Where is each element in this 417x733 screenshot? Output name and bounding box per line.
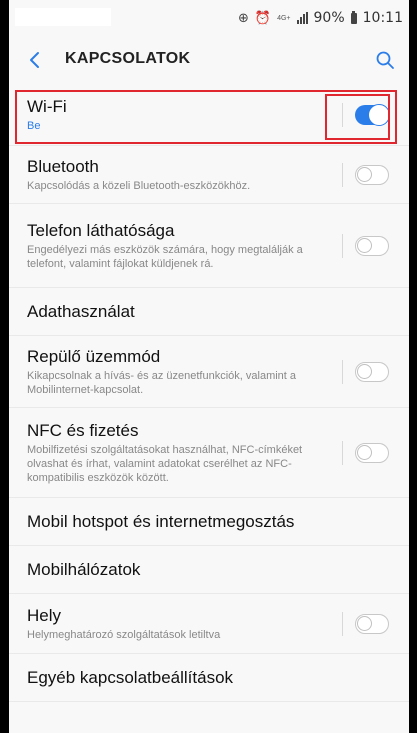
toggle-knob <box>357 363 372 379</box>
signal-icon <box>296 12 308 24</box>
network-type-label: 4G+ <box>277 14 291 22</box>
toggle-knob <box>357 444 372 460</box>
setting-row-data-usage[interactable]: Adathasználat <box>9 288 409 336</box>
toggle-knob <box>357 166 372 182</box>
battery-percent: 90% <box>313 10 345 26</box>
divider <box>342 233 343 258</box>
setting-title: Mobilhálózatok <box>27 559 141 579</box>
redacted-status-area <box>15 8 111 26</box>
bluetooth-toggle[interactable] <box>355 164 389 185</box>
back-button[interactable] <box>21 46 49 74</box>
divider <box>342 102 343 127</box>
visibility-toggle[interactable] <box>355 235 389 256</box>
battery-icon <box>350 10 357 24</box>
setting-title: Bluetooth <box>27 156 99 176</box>
setting-status: Be <box>27 119 41 132</box>
setting-row-airplane-mode[interactable]: Repülő üzemmód Kikapcsolnak a hívás- és … <box>9 336 409 408</box>
setting-row-hotspot[interactable]: Mobil hotspot és internetmegosztás <box>9 498 409 546</box>
wifi-toggle[interactable] <box>355 103 390 126</box>
setting-title: Mobil hotspot és internetmegosztás <box>27 511 295 531</box>
setting-row-other-connections[interactable]: Egyéb kapcsolatbeállítások <box>9 654 409 702</box>
clock: 10:11 <box>362 10 403 26</box>
nfc-toggle[interactable] <box>355 442 389 463</box>
setting-description: Mobilfizetési szolgáltatásokat használha… <box>27 443 303 484</box>
setting-row-mobile-networks[interactable]: Mobilhálózatok <box>9 546 409 594</box>
status-icons: ⊕ ⏰ 4G+ 90% 10:11 <box>238 10 403 26</box>
setting-title: NFC és fizetés <box>27 420 139 440</box>
setting-description: Helymeghatározó szolgáltatások letiltva <box>27 628 221 641</box>
setting-title: Hely <box>27 605 62 625</box>
setting-title: Wi-Fi <box>27 96 67 116</box>
phone-screen: ⊕ ⏰ 4G+ 90% 10:11 KAPCSOLATOK Wi-Fi Be B… <box>9 0 409 733</box>
chevron-left-icon <box>30 52 39 68</box>
setting-row-bluetooth[interactable]: Bluetooth Kapcsolódás a közeli Bluetooth… <box>9 146 409 204</box>
status-bar: ⊕ ⏰ 4G+ 90% 10:11 <box>9 0 409 36</box>
app-bar: KAPCSOLATOK <box>9 36 409 84</box>
setting-description: Kapcsolódás a közeli Bluetooth-eszközökh… <box>27 179 251 192</box>
airplane-mode-toggle[interactable] <box>355 361 389 382</box>
toggle-knob <box>357 615 372 631</box>
setting-row-location[interactable]: Hely Helymeghatározó szolgáltatások leti… <box>9 594 409 654</box>
setting-title: Telefon láthatósága <box>27 220 175 240</box>
location-toggle[interactable] <box>355 613 389 634</box>
setting-description: Kikapcsolnak a hívás- és az üzenetfunkci… <box>27 369 297 396</box>
search-button[interactable] <box>371 46 399 74</box>
setting-row-wifi[interactable]: Wi-Fi Be <box>9 84 409 146</box>
divider <box>342 440 343 465</box>
divider <box>342 611 343 636</box>
divider <box>342 162 343 187</box>
settings-list: Wi-Fi Be Bluetooth Kapcsolódás a közeli … <box>9 84 409 702</box>
setting-title: Adathasználat <box>27 301 135 321</box>
toggle-knob <box>357 237 372 253</box>
alarm-icon: ⏰ <box>254 10 272 26</box>
setting-description: Engedélyezi más eszközök számára, hogy m… <box>27 243 303 270</box>
setting-title: Egyéb kapcsolatbeállítások <box>27 667 234 687</box>
toggle-knob <box>368 103 390 126</box>
setting-row-nfc[interactable]: NFC és fizetés Mobilfizetési szolgáltatá… <box>9 408 409 498</box>
setting-row-visibility[interactable]: Telefon láthatósága Engedélyezi más eszk… <box>9 204 409 288</box>
search-icon <box>376 51 394 69</box>
setting-title: Repülő üzemmód <box>27 346 161 366</box>
data-saver-icon: ⊕ <box>237 10 249 26</box>
divider <box>342 359 343 384</box>
page-title: KAPCSOLATOK <box>65 50 191 67</box>
